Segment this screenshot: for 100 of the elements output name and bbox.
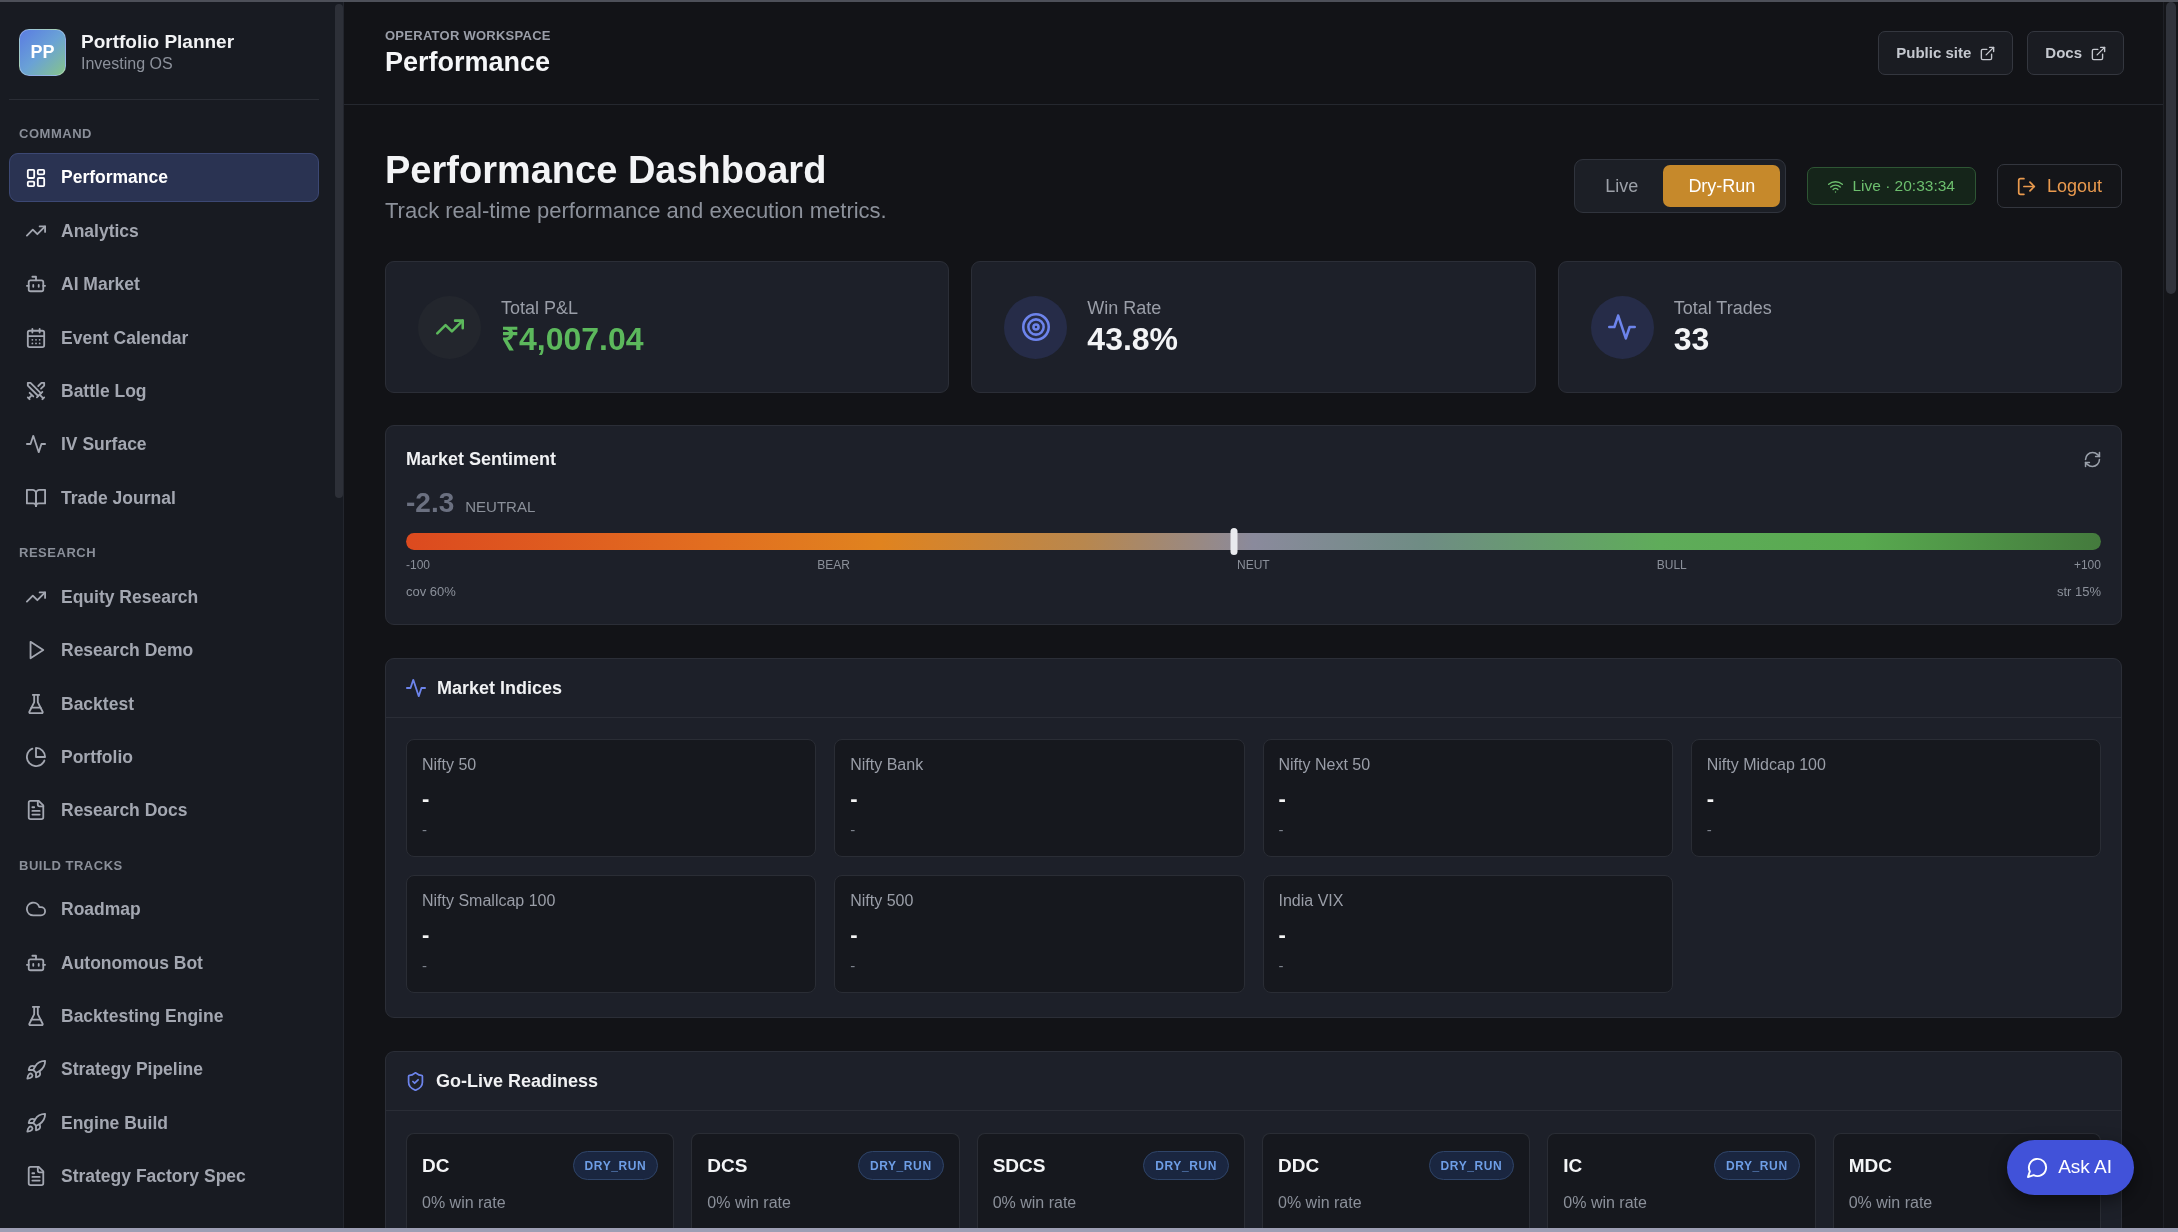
robot-icon — [26, 274, 46, 295]
sidebar-item[interactable]: Analytics — [9, 206, 319, 256]
rocket-icon — [26, 1112, 46, 1133]
sidebar-item[interactable]: Equity Research — [9, 572, 319, 622]
index-change: - — [1278, 820, 1285, 840]
win-rate-text: 0% win rate — [422, 1193, 507, 1213]
status-badge: DRY_RUN — [1713, 1151, 1800, 1180]
index-value: - — [1706, 786, 1716, 812]
page-eyebrow: OPERATOR WORKSPACE — [385, 28, 551, 44]
index-value: - — [1278, 922, 1287, 948]
index-change: - — [422, 820, 428, 840]
header-link[interactable]: Docs — [2027, 31, 2124, 75]
sidebar-item[interactable]: Backtest — [9, 679, 319, 729]
win-rate-text: 0% win rate — [1563, 1193, 1648, 1213]
chat-bubble-icon — [2027, 1157, 2049, 1178]
index-name: Nifty 50 — [422, 755, 478, 775]
sidebar-item[interactable]: Trade Journal — [9, 473, 319, 523]
status-badge: DRY_RUN — [572, 1151, 659, 1180]
sidebar-item[interactable]: Backtesting Engine — [9, 991, 319, 1041]
app-title: Portfolio Planner — [81, 30, 235, 54]
sentiment-score: -2.3 — [406, 486, 455, 520]
scrollbar-thumb[interactable] — [335, 4, 343, 498]
card-title: Market Sentiment — [406, 448, 557, 471]
section-heading: RESEARCH — [18, 544, 98, 563]
section-heading: BUILD TRACKS — [18, 856, 124, 875]
stat-value: ₹4,007.04 — [501, 320, 644, 358]
robot-icon — [26, 952, 46, 973]
index-value: - — [1278, 786, 1287, 812]
mode-tab[interactable]: Live — [1580, 165, 1664, 207]
index-name: Nifty Bank — [850, 755, 925, 775]
status-badge: DRY_RUN — [1143, 1151, 1229, 1180]
strategy-name: SDCS — [992, 1153, 1046, 1178]
strategy-name: DCS — [707, 1153, 748, 1178]
status-badge: DRY_RUN — [857, 1151, 944, 1180]
win-rate-text: 0% win rate — [1848, 1193, 1934, 1213]
index-name: Nifty Next 50 — [1278, 755, 1372, 775]
header-link[interactable]: Public site — [1878, 31, 2014, 75]
app-logo: PP — [19, 29, 66, 76]
refresh-icon[interactable] — [2084, 450, 2101, 468]
sidebar-item[interactable]: Research Demo — [9, 625, 319, 675]
sentiment-label: NEUTRAL — [465, 497, 536, 517]
index-value: - — [422, 922, 431, 948]
open-book-icon — [26, 487, 46, 508]
strategy-name: IC — [1563, 1153, 1583, 1178]
sidebar-item[interactable]: Performance — [9, 153, 319, 202]
page-title: Performance — [385, 46, 551, 78]
flask-icon — [26, 693, 46, 714]
stat-value: 43.8% — [1087, 320, 1179, 358]
sidebar-item[interactable]: Research Docs — [9, 785, 319, 835]
rocket-icon — [26, 1059, 46, 1080]
card-title: Market Indices — [437, 677, 563, 700]
index-value: - — [422, 786, 431, 812]
index-change: - — [850, 956, 857, 976]
app-subtitle: Investing OS — [81, 53, 174, 74]
sidebar-item[interactable]: Event Calendar — [9, 313, 319, 363]
sidebar-item[interactable]: Roadmap — [9, 884, 319, 934]
document-icon — [26, 800, 46, 821]
document-icon — [26, 1166, 46, 1187]
scale-label: BEAR — [817, 557, 850, 573]
index-change: - — [422, 956, 428, 976]
stat-value: 33 — [1673, 320, 1711, 358]
index-change: - — [850, 820, 857, 840]
external-link-icon — [2091, 45, 2106, 61]
ask-ai-button[interactable]: Ask AI — [2007, 1140, 2134, 1195]
dashboard-title: Performance Dashboard — [385, 148, 828, 193]
strategy-name: DDC — [1278, 1153, 1320, 1178]
sidebar-item[interactable]: Portfolio — [9, 732, 319, 782]
stat-label: Total Trades — [1673, 296, 1772, 319]
logout-icon — [2016, 176, 2036, 196]
scale-label: +100 — [2073, 557, 2101, 573]
status-badge: DRY_RUN — [1428, 1151, 1515, 1180]
index-name: Nifty 500 — [850, 891, 915, 911]
sidebar-item[interactable]: IV Surface — [9, 419, 319, 469]
wifi-icon — [1828, 178, 1844, 194]
sidebar-item[interactable]: Strategy Pipeline — [9, 1045, 319, 1095]
external-link-icon — [1980, 45, 1996, 61]
status-text: Live · 20:33:34 — [1852, 176, 1955, 197]
sidebar-item[interactable]: Autonomous Bot — [9, 938, 319, 988]
logout-button[interactable]: Logout — [1996, 164, 2122, 208]
pulse-line-icon — [406, 678, 426, 698]
crossed-swords-icon — [26, 381, 46, 402]
flask-icon — [26, 1006, 46, 1027]
sidebar-item[interactable]: AI Market — [9, 259, 319, 309]
win-rate-text: 0% win rate — [1278, 1193, 1363, 1213]
scale-label: NEUT — [1236, 557, 1270, 573]
strength-text: str 15% — [2056, 583, 2101, 601]
dashboard-subtitle: Track real-time performance and execution metrics. — [385, 197, 887, 225]
pie-chart-icon — [26, 747, 46, 767]
index-value: - — [850, 922, 859, 948]
sidebar-item[interactable]: Strategy Factory Spec — [9, 1151, 319, 1201]
calendar-icon — [26, 327, 46, 348]
index-name: Nifty Midcap 100 — [1706, 755, 1827, 775]
sidebar-item[interactable]: Engine Build — [9, 1098, 319, 1148]
scrollbar-thumb[interactable] — [2166, 2, 2176, 294]
coverage-text: cov 60% — [406, 583, 456, 601]
dashboard-grid-icon — [26, 167, 46, 188]
shield-check-icon — [406, 1071, 425, 1091]
sidebar-item[interactable]: Battle Log — [9, 366, 319, 416]
section-heading: COMMAND — [18, 125, 93, 143]
pulse-line-icon — [26, 434, 46, 455]
